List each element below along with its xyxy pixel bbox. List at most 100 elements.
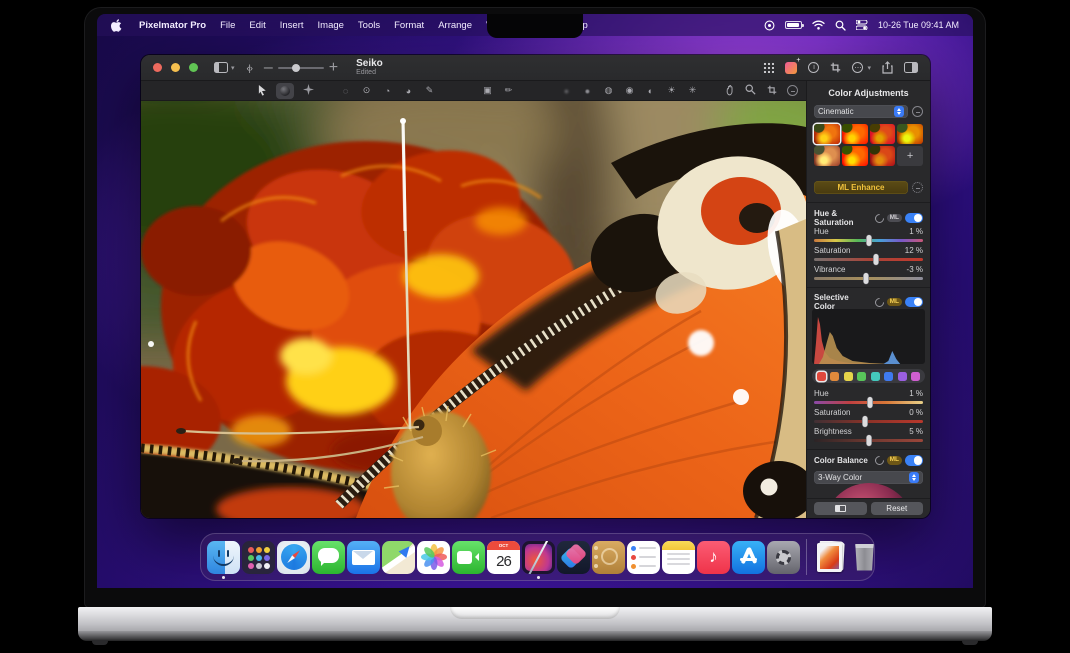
menu-insert[interactable]: Insert [273,20,311,31]
lighten-tool[interactable]: ☀ [665,85,678,96]
search-icon[interactable] [835,20,846,31]
hue-slider[interactable] [814,239,923,242]
fullscreen-button[interactable] [189,63,198,72]
menu-tools[interactable]: Tools [351,20,387,31]
dock-icon-messages[interactable] [312,541,345,574]
swatch-orange[interactable] [830,372,839,381]
dock-icon-maps[interactable] [382,541,415,574]
dock-icon-contacts[interactable] [592,541,625,574]
dock-icon-photos[interactable] [417,541,450,574]
clone-tool[interactable]: ◔ [381,86,394,96]
remove-adjustment-icon[interactable] [787,85,798,96]
share-icon[interactable] [882,61,893,74]
slider-thumb[interactable] [866,435,871,446]
remove-preset-icon[interactable] [912,106,923,117]
dock-icon-pixelmator-pro[interactable] [522,541,555,574]
selective-saturation-slider[interactable] [814,420,923,423]
crop-icon[interactable] [830,62,841,73]
swatch-blue[interactable] [884,372,893,381]
select-tool[interactable]: ◌ [339,86,352,96]
more-icon[interactable]: ⋯ [852,62,863,73]
preset-thumb[interactable] [842,124,868,144]
effects-icon[interactable] [785,62,797,74]
pencil-tool[interactable]: ✏ [502,85,515,96]
menu-edit[interactable]: Edit [242,20,272,31]
zoom-in-icon[interactable]: + [329,59,338,77]
preset-thumb[interactable] [814,124,840,144]
menu-arrange[interactable]: Arrange [431,20,479,31]
sharpen-tool[interactable]: ✳ [686,85,699,96]
preset-thumb[interactable] [842,146,868,166]
preset-dropdown[interactable]: Cinematic [814,105,908,118]
ml-badge[interactable]: ML [887,214,902,223]
effects-tool[interactable] [302,84,315,97]
swatch-yellow[interactable] [844,372,853,381]
reset-circle-icon[interactable] [873,454,886,467]
dock-icon-calendar[interactable]: OCT26 [487,541,520,574]
pen-tool[interactable]: ✎ [423,85,436,96]
dock-icon-music[interactable]: ♪ [697,541,730,574]
minimize-button[interactable] [171,63,180,72]
menu-app-name[interactable]: Pixelmator Pro [132,20,213,31]
more-chevron-icon[interactable]: ▾ [867,64,871,72]
swatch-purple[interactable] [898,372,907,381]
compare-icon[interactable]: ‹|› [247,63,252,73]
quick-select-tool[interactable]: ⊙ [360,85,373,96]
slider-thumb[interactable] [867,397,872,408]
blur-tool[interactable]: ● [560,86,573,96]
zoom-out-icon[interactable]: – [264,59,273,77]
preset-thumb[interactable] [897,124,923,144]
shortcuts-menu-icon[interactable] [764,20,775,31]
swatch-red[interactable] [817,372,826,381]
saturation-slider[interactable] [814,258,923,261]
reset-button[interactable]: Reset [871,502,924,515]
menu-clock[interactable]: 10-26 Tue 09:41 AM [878,20,959,30]
dock-icon-notes[interactable] [662,541,695,574]
info-icon[interactable]: i [808,62,819,73]
dock-icon-launchpad[interactable] [242,541,275,574]
preset-thumb[interactable] [870,124,896,144]
dock-icon-app-store[interactable] [732,541,765,574]
tools-grid-icon[interactable] [763,62,774,73]
control-center-icon[interactable] [856,20,868,30]
close-button[interactable] [153,63,162,72]
ml-badge[interactable]: ML [887,298,902,307]
smudge-tool[interactable]: ● [581,86,594,96]
swatch-green[interactable] [857,372,866,381]
sidebar-toggle-icon[interactable] [214,62,228,73]
apple-menu-icon[interactable] [111,19,122,32]
dodge-tool[interactable]: ◍ [602,85,615,96]
swatch-teal[interactable] [871,372,880,381]
paint-tool[interactable]: ◕ [402,86,415,96]
preset-thumb[interactable] [870,146,896,166]
move-tool[interactable] [255,84,268,98]
vibrance-slider[interactable] [814,277,923,280]
reset-circle-icon[interactable] [873,212,886,225]
dock-icon-system-preferences[interactable] [767,541,800,574]
zoom-tool[interactable] [744,84,757,97]
contrast-tool[interactable]: ◐ [644,86,657,96]
crop-tool[interactable] [765,85,778,97]
panel-toggle-icon[interactable] [904,62,918,73]
zoom-knob[interactable] [292,64,300,72]
add-preset-button[interactable]: + [897,146,923,166]
selective-hue-slider[interactable] [814,401,923,404]
dock-icon-mail[interactable] [347,541,380,574]
burn-tool[interactable]: ◉ [623,85,636,96]
battery-icon[interactable] [785,21,802,29]
dock-icon-shortcuts[interactable] [557,541,590,574]
hue-saturation-toggle[interactable] [905,213,923,224]
photo-canvas[interactable] [141,101,806,518]
reset-circle-icon[interactable] [873,296,886,309]
menu-file[interactable]: File [213,20,242,31]
ml-badge[interactable]: ML [887,456,902,465]
zoom-track[interactable] [278,67,324,69]
menu-image[interactable]: Image [311,20,351,31]
slider-thumb[interactable] [866,235,871,246]
ml-enhance-button[interactable]: ML Enhance [814,181,908,194]
preset-thumb[interactable] [814,146,840,166]
selective-brightness-slider[interactable] [814,439,923,442]
selective-color-toggle[interactable] [905,297,923,308]
swatch-magenta[interactable] [911,372,920,381]
hand-tool[interactable] [723,84,736,98]
